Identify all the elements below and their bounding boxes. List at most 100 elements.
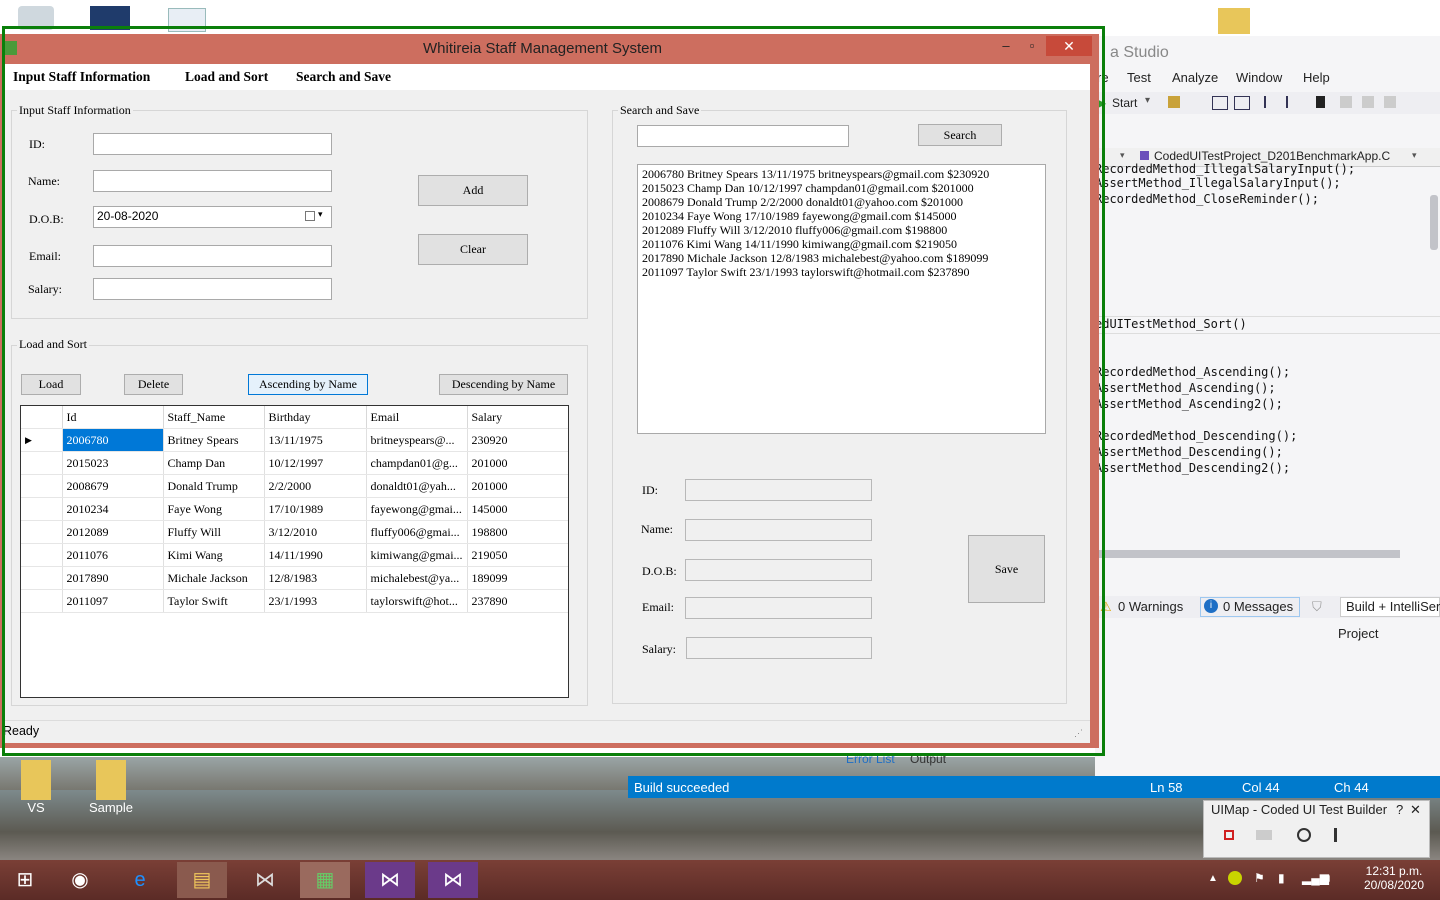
vs-menu-test[interactable]: Test [1127,70,1151,85]
sample-folder-icon[interactable]: Sample [85,760,137,815]
visual-studio-taskbar-icon-2[interactable]: ⋈ [365,862,415,898]
cell-birthday[interactable]: 13/11/1975 [264,428,367,452]
output-tab[interactable]: Output [910,752,946,766]
cell-name[interactable]: Faye Wong [163,497,265,521]
find-icon[interactable] [1168,96,1180,108]
cell-salary[interactable]: 189099 [467,566,568,590]
table-row[interactable]: 2011076 Kimi Wang 14/11/1990 kimiwang@gm… [21,543,568,567]
word-document-icon[interactable] [168,8,206,32]
table-row[interactable]: 2011097 Taylor Swift 23/1/1993 taylorswi… [21,589,568,613]
cell-salary[interactable]: 201000 [467,474,568,498]
staff-datagrid[interactable]: Id Staff_Name Birthday Email Salary ▶ 20… [20,405,569,698]
descending-button[interactable]: Descending by Name [439,374,568,395]
list-item[interactable]: 2006780 Britney Spears 13/11/1975 britne… [642,167,1041,181]
record-icon[interactable] [1224,830,1234,840]
name-input[interactable] [93,170,332,192]
cell-birthday[interactable]: 14/11/1990 [264,543,367,567]
table-row[interactable]: 2010234 Faye Wong 17/10/1989 fayewong@gm… [21,497,568,521]
chevron-up-icon[interactable]: ▲ [1208,873,1218,884]
chrome-taskbar-icon[interactable]: ◉ [55,862,105,898]
vs-menu-window[interactable]: Window [1236,70,1282,85]
cell-email[interactable]: donaldt01@yah... [366,474,468,498]
help-icon[interactable]: ? [1396,802,1403,817]
bookmark-prev-icon[interactable] [1340,96,1352,108]
table-row[interactable]: 2012089 Fluffy Will 3/12/2010 fluffy006@… [21,520,568,544]
table-row[interactable]: 2017890 Michale Jackson 12/8/1983 michal… [21,566,568,590]
cell-email[interactable]: taylorswift@hot... [366,589,468,613]
vs-start-button[interactable]: Start [1112,96,1137,110]
delete-button[interactable]: Delete [124,374,183,395]
column-header-birthday[interactable]: Birthday [264,406,367,429]
cell-name[interactable]: Donald Trump [163,474,265,498]
id-input[interactable] [93,133,332,155]
cell-salary[interactable]: 198800 [467,520,568,544]
recycle-bin-icon[interactable] [18,6,54,30]
indent-icon[interactable] [1264,96,1278,108]
list-item[interactable]: 2008679 Donald Trump 2/2/2000 donaldt01@… [642,195,1041,209]
cell-birthday[interactable]: 3/12/2010 [264,520,367,544]
table-row[interactable]: ▶ 2006780 Britney Spears 13/11/1975 brit… [21,428,568,452]
visual-studio-taskbar-icon-3[interactable]: ⋈ [428,862,478,898]
cell-salary[interactable]: 237890 [467,589,568,613]
bookmark-next-icon[interactable] [1362,96,1374,108]
cell-email[interactable]: britneyspears@... [366,428,468,452]
edit-steps-icon[interactable] [1256,830,1272,840]
cell-email[interactable]: kimiwang@gmai... [366,543,468,567]
cell-name[interactable]: Kimi Wang [163,543,265,567]
cell-name[interactable]: Fluffy Will [163,520,265,544]
search-button[interactable]: Search [918,124,1002,146]
cell-id[interactable]: 2010234 [62,497,164,521]
cell-birthday[interactable]: 12/8/1983 [264,566,367,590]
search-results-list[interactable]: 2006780 Britney Spears 13/11/1975 britne… [637,164,1046,434]
folder-icon[interactable] [1218,8,1250,34]
cell-birthday[interactable]: 10/12/1997 [264,451,367,475]
salary-input[interactable] [93,278,332,300]
column-header-id[interactable]: Id [62,406,164,429]
toolbar-icon[interactable] [1212,96,1228,110]
list-item[interactable]: 2011076 Kimi Wang 14/11/1990 kimiwang@gm… [642,237,1041,251]
email-input[interactable] [93,245,332,267]
ascending-button[interactable]: Ascending by Name [248,374,368,395]
cell-name[interactable]: Champ Dan [163,451,265,475]
app-taskbar-icon[interactable]: ▦ [300,862,350,898]
list-item[interactable]: 2010234 Faye Wong 17/10/1989 fayewong@gm… [642,209,1041,223]
resize-grip-icon[interactable]: ⋰ [1074,728,1083,739]
cell-id[interactable]: 2011076 [62,543,164,567]
vs-folder-icon[interactable]: VS [12,760,60,815]
cell-salary[interactable]: 230920 [467,428,568,452]
cell-id[interactable]: 2008679 [62,474,164,498]
filter-icon[interactable]: ⛉ [1312,599,1322,615]
cell-birthday[interactable]: 17/10/1989 [264,497,367,521]
close-button[interactable]: ✕ [1046,36,1092,56]
tray-icon[interactable] [1228,871,1242,885]
list-item[interactable]: 2015023 Champ Dan 10/12/1997 champdan01@… [642,181,1041,195]
flag-icon[interactable]: ⚑ [1254,871,1265,885]
add-button[interactable]: Add [418,175,528,206]
table-row[interactable]: 2008679 Donald Trump 2/2/2000 donaldt01@… [21,474,568,498]
cell-name[interactable]: Britney Spears [163,428,265,452]
vs-menu-help[interactable]: Help [1303,70,1330,85]
messages-filter[interactable]: 0 Messages [1223,599,1293,614]
cell-salary[interactable]: 219050 [467,543,568,567]
cell-email[interactable]: champdan01@g... [366,451,468,475]
maximize-button[interactable]: ▫ [1018,36,1046,56]
list-item[interactable]: 2017890 Michale Jackson 12/8/1983 michal… [642,251,1041,265]
cell-id[interactable]: 2006780 [62,428,164,452]
minimize-button[interactable]: – [992,36,1020,56]
column-header-email[interactable]: Email [366,406,468,429]
cell-salary[interactable]: 201000 [467,451,568,475]
cell-id[interactable]: 2011097 [62,589,164,613]
clock[interactable]: 12:31 p.m. 20/08/2020 [1358,864,1430,892]
windows-start-icon[interactable]: ⊞ [0,862,50,898]
close-icon[interactable]: ✕ [1410,802,1421,818]
column-header-name[interactable]: Staff_Name [163,406,265,429]
menu-load-sort[interactable]: Load and Sort [185,69,268,85]
cell-salary[interactable]: 145000 [467,497,568,521]
bookmark-icon[interactable] [1316,96,1325,108]
load-button[interactable]: Load [21,374,81,395]
generate-code-icon[interactable] [1334,828,1353,842]
menu-input-staff[interactable]: Input Staff Information [13,69,150,85]
horizontal-scrollbar[interactable] [1095,550,1400,558]
battery-icon[interactable]: ▮ [1278,871,1285,885]
dob-datepicker[interactable]: 20-08-2020 [93,206,332,228]
